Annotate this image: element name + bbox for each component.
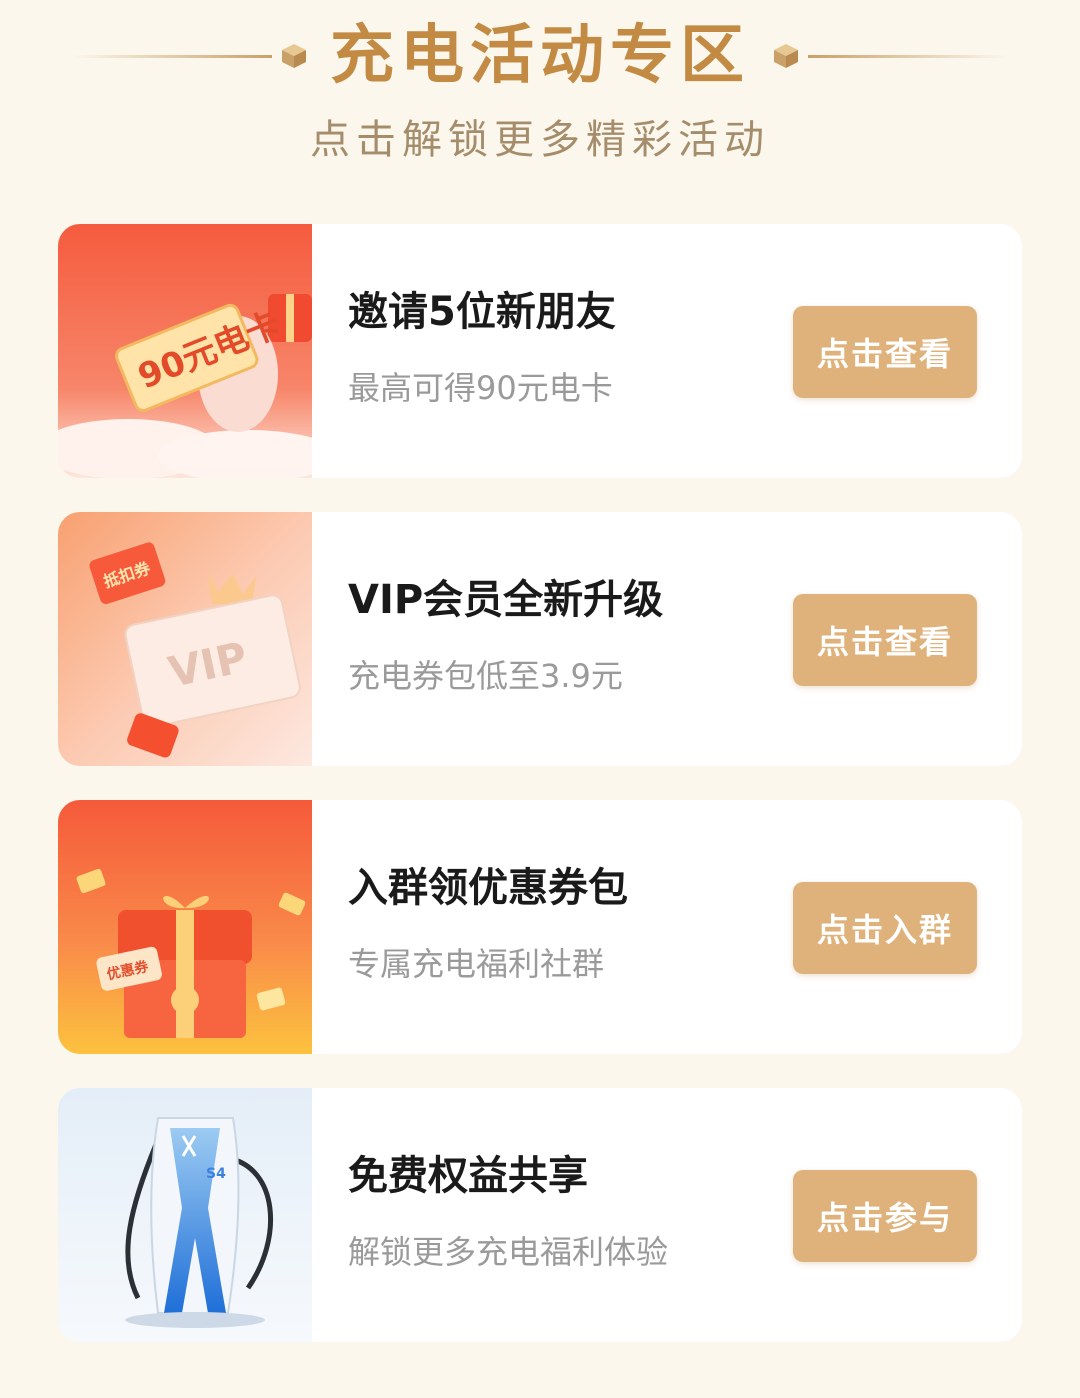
decor-line-right [808,55,1008,58]
card-title: 入群领优惠券包 [348,865,628,911]
activity-card-share: S4 免费权益共享 解锁更多充电福利体验 点击参与 [58,1088,1022,1342]
participate-button[interactable]: 点击参与 [793,1170,977,1262]
gift-box-icon: 优惠券 [58,800,312,1054]
card-desc: 充电券包低至3.9元 [348,657,623,695]
card-title: VIP会员全新升级 [348,577,664,623]
cube-icon [774,44,798,68]
gift-card-icon: 90元电卡 [58,224,312,478]
activity-card-invite: 90元电卡 邀请5位新朋友 最高可得90元电卡 点击查看 [58,224,1022,478]
charging-station-icon: S4 [58,1088,312,1342]
svg-text:S4: S4 [206,1166,226,1182]
card-desc: 最高可得90元电卡 [348,369,613,407]
activity-card-group: 优惠券 入群领优惠券包 专属充电福利社群 点击入群 [58,800,1022,1054]
vip-card-icon: 抵扣券 VIP [58,512,312,766]
card-title: 邀请5位新朋友 [348,289,616,335]
join-group-button[interactable]: 点击入群 [793,882,977,974]
section-header: 充电活动专区 点击解锁更多精彩活动 [0,0,1080,200]
card-desc: 专属充电福利社群 [348,945,605,983]
view-button[interactable]: 点击查看 [793,594,977,686]
page-subtitle: 点击解锁更多精彩活动 [310,117,770,163]
view-button[interactable]: 点击查看 [793,306,977,398]
activity-card-vip: 抵扣券 VIP VIP会员全新升级 充电券包低至3.9元 点击查看 [58,512,1022,766]
card-title: 免费权益共享 [348,1153,588,1199]
card-desc: 解锁更多充电福利体验 [348,1233,669,1271]
